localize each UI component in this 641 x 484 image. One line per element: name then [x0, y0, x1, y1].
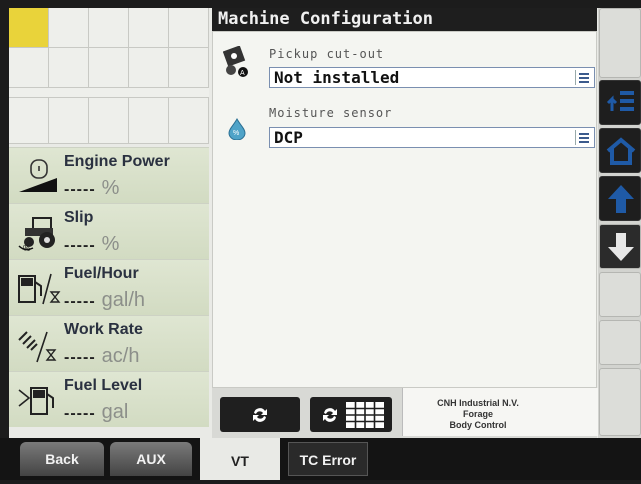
- widget-value: ----- gal/h: [64, 289, 145, 312]
- grid-cell[interactable]: [49, 8, 89, 48]
- right-button-column: [598, 8, 641, 438]
- value-unit: gal/h: [101, 289, 146, 311]
- run-screen-widgets: Engine Power -----% % Slip -----% Fuel/H…: [9, 147, 209, 427]
- brand-line-1: CNH Industrial N.V.: [437, 398, 519, 408]
- widget-value: -----%: [64, 233, 119, 256]
- widget-title: Slip: [64, 209, 94, 226]
- panel-title: Machine Configuration: [212, 8, 597, 31]
- grid-cell-selected[interactable]: [9, 8, 49, 48]
- svg-text:%: %: [233, 130, 239, 137]
- grid-cell[interactable]: [49, 48, 89, 88]
- configuration-panel: A Pickup cut-out Not installed % Moistur…: [212, 31, 597, 388]
- right-button-up[interactable]: [599, 176, 641, 221]
- value-unit: gal: [101, 401, 129, 423]
- value-dashes: -----: [64, 237, 96, 254]
- widget-fuel-hour[interactable]: Fuel/Hour ----- gal/h: [9, 259, 209, 315]
- tab-back[interactable]: Back: [20, 442, 104, 476]
- svg-text:%: %: [23, 244, 30, 252]
- value-dashes: -----: [64, 349, 96, 366]
- cycle-arrows-icon: [323, 408, 337, 422]
- grid-cell[interactable]: [89, 8, 129, 48]
- right-button-down[interactable]: [599, 224, 641, 269]
- brand-block: CNH Industrial N.V. Forage Body Control: [402, 388, 598, 436]
- grid-cell[interactable]: [169, 48, 209, 88]
- refresh-grid-button[interactable]: [310, 397, 392, 432]
- bottom-tab-bar: Back AUX VT TC Error: [0, 438, 641, 480]
- widget-engine-power[interactable]: Engine Power -----%: [9, 147, 209, 203]
- pickup-gear-icon: A: [223, 46, 248, 77]
- widget-title: Engine Power: [64, 153, 170, 170]
- widget-value: ----- ac/h: [64, 345, 139, 368]
- grid-cell[interactable]: [9, 98, 49, 144]
- pickup-cutout-value: Not installed: [274, 68, 400, 87]
- layout-grid: [9, 8, 209, 144]
- field-rate-icon: [18, 331, 57, 363]
- arrow-down-icon: [608, 233, 634, 261]
- value-dashes: -----: [64, 405, 96, 422]
- widget-title: Fuel/Hour: [64, 265, 139, 282]
- grid-cell[interactable]: [89, 98, 129, 144]
- refresh-button[interactable]: [220, 397, 300, 432]
- grid-cell[interactable]: [129, 8, 169, 48]
- grid-cell[interactable]: [49, 98, 89, 144]
- arrow-up-icon: [608, 185, 634, 213]
- right-button-sort[interactable]: [599, 80, 641, 125]
- grid-cell[interactable]: [9, 48, 49, 88]
- grid-cell[interactable]: [169, 98, 209, 144]
- pickup-cutout-select[interactable]: Not installed: [269, 67, 595, 88]
- widget-title: Fuel Level: [64, 377, 143, 394]
- svg-text:A: A: [240, 70, 245, 77]
- widget-value: -----%: [64, 177, 119, 200]
- pickup-cutout-label: Pickup cut-out: [269, 47, 385, 61]
- brand-line-3: Body Control: [449, 420, 507, 430]
- moisture-drop-icon: %: [228, 118, 246, 140]
- value-unit: ac/h: [101, 345, 140, 367]
- tab-vt[interactable]: VT: [200, 438, 280, 480]
- right-button-home[interactable]: [599, 128, 641, 173]
- list-menu-icon[interactable]: [575, 130, 592, 145]
- cycle-arrows-icon: [253, 408, 267, 422]
- moisture-sensor-label: Moisture sensor: [269, 106, 393, 120]
- right-button-blank[interactable]: [599, 8, 641, 78]
- moisture-sensor-select[interactable]: DCP: [269, 127, 595, 148]
- moisture-sensor-value: DCP: [274, 128, 303, 147]
- grid-divider: [9, 88, 209, 98]
- widget-slip[interactable]: % Slip -----%: [9, 203, 209, 259]
- grid-cell[interactable]: [129, 48, 169, 88]
- grid-cell[interactable]: [169, 8, 209, 48]
- home-icon: [606, 137, 636, 165]
- widget-work-rate[interactable]: Work Rate ----- ac/h: [9, 315, 209, 371]
- widget-title: Work Rate: [64, 321, 143, 338]
- value-dashes: -----: [64, 293, 96, 310]
- grid-cell[interactable]: [89, 48, 129, 88]
- value-unit: %: [101, 233, 120, 255]
- tab-aux[interactable]: AUX: [110, 442, 192, 476]
- right-button-empty[interactable]: [599, 368, 641, 436]
- tab-tc-error[interactable]: TC Error: [288, 442, 368, 476]
- right-button-empty[interactable]: [599, 320, 641, 365]
- list-menu-icon[interactable]: [575, 70, 592, 85]
- engine-icon: [19, 159, 57, 192]
- tractor-slip-icon: %: [18, 217, 55, 252]
- fuel-pump-hourglass-icon: [18, 273, 61, 305]
- value-dashes: -----: [64, 181, 96, 198]
- right-button-empty[interactable]: [599, 272, 641, 317]
- sort-up-icon: [606, 91, 634, 111]
- widget-fuel-level[interactable]: Fuel Level ----- gal: [9, 371, 209, 427]
- brand-line-2: Forage: [462, 409, 493, 419]
- value-unit: %: [101, 177, 120, 199]
- fuel-level-icon: [18, 387, 54, 415]
- grid-cell[interactable]: [129, 98, 169, 144]
- grid-icon: [346, 402, 384, 428]
- widget-value: ----- gal: [64, 401, 128, 424]
